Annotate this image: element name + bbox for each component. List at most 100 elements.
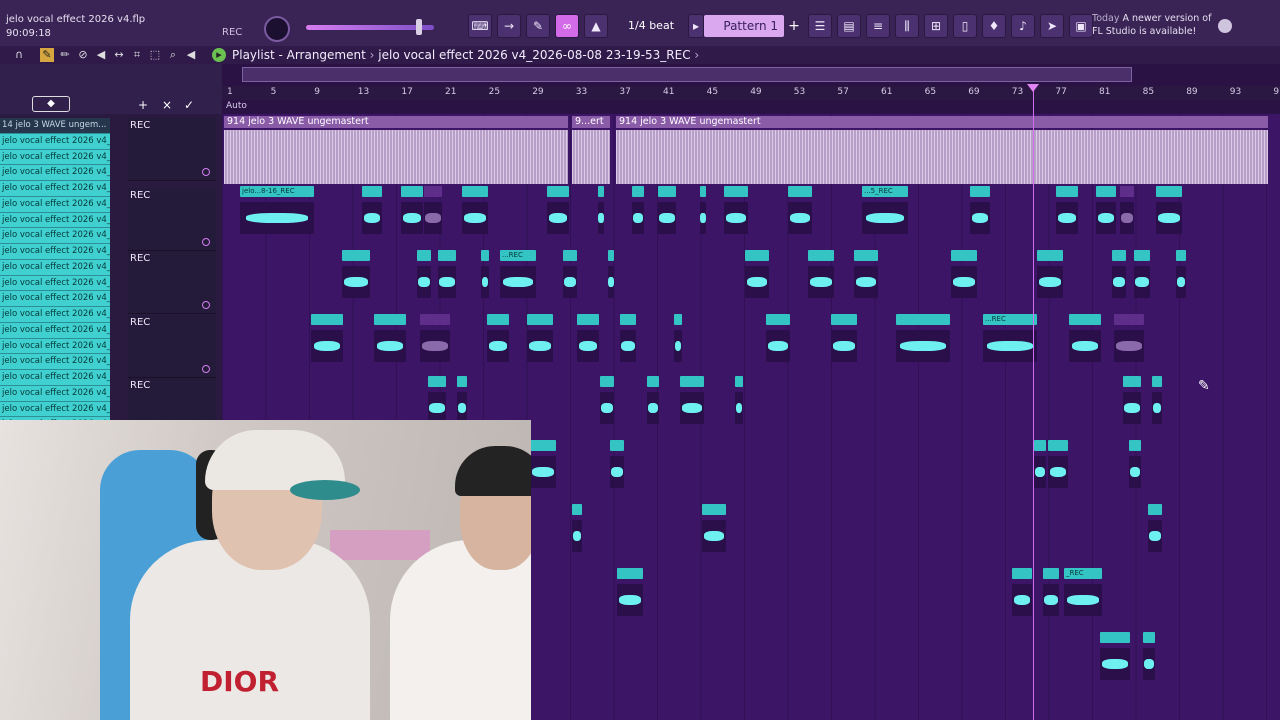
audio-rec-clip[interactable] — [481, 250, 489, 302]
audio-rec-clip[interactable] — [808, 250, 834, 302]
clip-header[interactable] — [608, 250, 614, 261]
clip-header[interactable] — [311, 314, 343, 325]
check-icon[interactable]: ✓ — [184, 98, 194, 112]
audio-rec-clip[interactable] — [1037, 250, 1063, 302]
audio-rec-clip[interactable] — [1069, 314, 1101, 366]
clip-header[interactable]: ...REC — [983, 314, 1037, 325]
audio-rec-clip[interactable] — [487, 314, 509, 366]
audio-rec-clip[interactable] — [311, 314, 343, 366]
draw-icon[interactable]: ✎ — [40, 48, 54, 62]
metronome-icon[interactable]: ▲ — [584, 14, 608, 38]
clip-waveform[interactable] — [563, 266, 577, 298]
clip-header[interactable] — [1120, 186, 1134, 197]
browser-icon[interactable]: ⊞ — [924, 14, 948, 38]
clip-header[interactable] — [700, 186, 706, 197]
audio-rec-clip[interactable] — [951, 250, 977, 302]
clip-header[interactable] — [424, 186, 442, 197]
clip-header[interactable] — [598, 186, 604, 197]
zoom-icon[interactable]: ⌕ — [166, 48, 180, 62]
audio-rec-clip[interactable] — [438, 250, 456, 302]
audio-rec-clip[interactable] — [735, 376, 743, 428]
clip-header[interactable] — [1129, 440, 1141, 451]
clip-waveform[interactable] — [1043, 584, 1059, 616]
link-icon[interactable]: ∞ — [555, 14, 579, 38]
audio-rec-clip[interactable] — [831, 314, 857, 366]
pattern-list-item[interactable]: jelo vocal effect 2026 v4_2 — [0, 244, 110, 260]
clip-header[interactable] — [462, 186, 488, 197]
clip-waveform[interactable] — [735, 392, 743, 424]
audio-clip-header[interactable]: 914 jelo 3 WAVE ungemastert — [616, 116, 1268, 128]
clip-waveform[interactable] — [1148, 520, 1162, 552]
clip-waveform[interactable] — [896, 330, 950, 362]
audio-rec-clip[interactable] — [647, 376, 659, 428]
clip-header[interactable] — [1148, 504, 1162, 515]
clip-waveform[interactable] — [788, 202, 812, 234]
pattern-list-item[interactable]: jelo vocal effect 2026 v4_2 — [0, 212, 110, 229]
track-led-icon[interactable] — [202, 365, 210, 373]
clip-header[interactable] — [1143, 632, 1155, 643]
clip-waveform[interactable] — [680, 392, 704, 424]
clip-header[interactable] — [1134, 250, 1150, 261]
pattern-list-item[interactable]: jelo vocal effect 2026 v4_2 — [0, 307, 110, 323]
tempo-icon[interactable]: ♪ — [1011, 14, 1035, 38]
clip-waveform[interactable] — [983, 330, 1037, 362]
clip-waveform[interactable] — [362, 202, 382, 234]
audio-rec-clip[interactable] — [1100, 632, 1130, 684]
clip-waveform[interactable] — [854, 266, 878, 298]
timeline-ruler[interactable]: 1 5 9 13 17 21 25 29 33 37 41 45 49 53 57 61 65 69 73 77 81 8… — [222, 86, 1280, 100]
audio-rec-clip[interactable] — [1143, 632, 1155, 684]
pattern-list-item[interactable]: jelo vocal effect 2026 v4_2 — [0, 385, 110, 402]
clip-waveform[interactable] — [600, 392, 614, 424]
audio-rec-clip[interactable] — [702, 504, 726, 556]
audio-rec-clip[interactable] — [632, 186, 644, 238]
clip-header[interactable] — [481, 250, 489, 261]
mixer-icon[interactable]: ⫼ — [895, 14, 919, 38]
clip-waveform[interactable] — [610, 456, 624, 488]
audio-rec-clip[interactable] — [620, 314, 636, 366]
audio-rec-clip[interactable]: ...5_REC — [862, 186, 908, 238]
clip-header[interactable] — [600, 376, 614, 387]
arrow-right-icon[interactable]: → — [497, 14, 521, 38]
audio-rec-clip[interactable] — [745, 250, 769, 302]
audio-rec-clip[interactable] — [342, 250, 370, 302]
slice-icon[interactable]: ⌗ — [130, 48, 144, 62]
clip-header[interactable] — [617, 568, 643, 579]
clip-waveform[interactable] — [424, 202, 442, 234]
audio-rec-clip[interactable] — [1129, 440, 1141, 492]
clip-header[interactable] — [632, 186, 644, 197]
audio-rec-clip[interactable] — [680, 376, 704, 428]
clip-waveform[interactable] — [401, 202, 423, 234]
audio-rec-clip[interactable] — [674, 314, 682, 366]
audio-rec-clip[interactable] — [1012, 568, 1032, 620]
clip-header[interactable] — [530, 440, 556, 451]
audio-clip-waveform[interactable] — [572, 130, 610, 184]
playhead-marker[interactable] — [1027, 84, 1039, 92]
clip-waveform[interactable] — [1176, 266, 1186, 298]
clip-header[interactable]: ...REC — [500, 250, 536, 261]
clip-waveform[interactable] — [527, 330, 553, 362]
clip-waveform[interactable] — [745, 266, 769, 298]
clip-waveform[interactable] — [1096, 202, 1116, 234]
audio-rec-clip[interactable] — [462, 186, 488, 238]
clip-header[interactable] — [951, 250, 977, 261]
audio-rec-clip[interactable] — [1134, 250, 1150, 302]
clip-waveform[interactable] — [1123, 392, 1141, 424]
pattern-list-item[interactable]: jelo vocal effect 2026 v4_2 — [0, 275, 110, 292]
audio-rec-clip[interactable] — [598, 186, 604, 238]
render-icon[interactable]: ➤ — [1040, 14, 1064, 38]
clip-header[interactable] — [808, 250, 834, 261]
play-icon[interactable]: ▸ — [688, 14, 704, 38]
audio-rec-clip[interactable] — [766, 314, 790, 366]
shop-icon[interactable]: ▣ — [1069, 14, 1093, 38]
clip-header[interactable] — [610, 440, 624, 451]
clip-header[interactable] — [1096, 186, 1116, 197]
audio-rec-clip[interactable] — [854, 250, 878, 302]
audio-rec-clip[interactable] — [1120, 186, 1134, 238]
clip-waveform[interactable] — [674, 330, 682, 362]
clip-header[interactable] — [620, 314, 636, 325]
clip-waveform[interactable] — [1129, 456, 1141, 488]
clip-waveform[interactable] — [862, 202, 908, 234]
select-icon[interactable]: ⬚ — [148, 48, 162, 62]
audio-rec-clip[interactable] — [1048, 440, 1068, 492]
clip-header[interactable] — [1100, 632, 1130, 643]
